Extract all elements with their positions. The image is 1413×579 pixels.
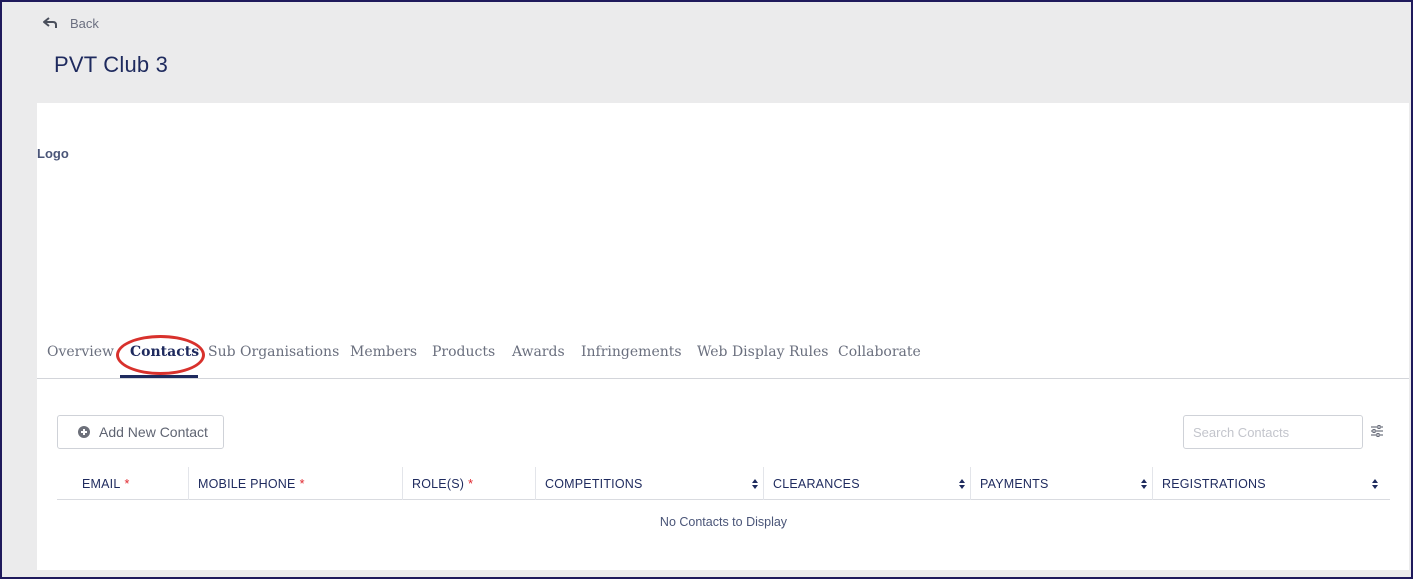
empty-table-message: No Contacts to Display (659, 515, 788, 529)
filter-sliders-icon[interactable] (1370, 424, 1384, 438)
plus-circle-icon (78, 426, 90, 438)
required-marker: * (299, 476, 305, 491)
active-tab-indicator (120, 375, 198, 378)
required-marker: * (124, 476, 130, 491)
tab-members[interactable]: Members (350, 344, 417, 368)
page-frame: Back PVT Club 3 Logo Overview Contacts S… (2, 2, 1411, 577)
tab-bar: Overview Contacts Sub Organisations Memb… (37, 333, 1409, 379)
column-label: MOBILE PHONE (198, 476, 296, 491)
table-header-row: EMAIL * MOBILE PHONE * ROLE(S) * COMPETI… (57, 467, 1390, 500)
page-title: PVT Club 3 (54, 52, 169, 77)
back-arrow-icon (43, 17, 57, 28)
contacts-table: EMAIL * MOBILE PHONE * ROLE(S) * COMPETI… (57, 467, 1390, 529)
back-label: Back (70, 15, 99, 31)
tab-collaborate[interactable]: Collaborate (838, 344, 921, 368)
back-button[interactable]: Back (42, 13, 99, 33)
tab-web-display-rules[interactable]: Web Display Rules (697, 344, 828, 368)
column-header-payments[interactable]: PAYMENTS (970, 467, 1152, 500)
column-header-roles[interactable]: ROLE(S) * (402, 467, 535, 500)
logo-placeholder: Logo (37, 146, 69, 161)
column-label: REGISTRATIONS (1162, 476, 1266, 491)
add-new-contact-button[interactable]: Add New Contact (57, 415, 224, 449)
search-contacts-input[interactable] (1183, 415, 1363, 449)
tab-overview[interactable]: Overview (47, 344, 114, 368)
column-header-competitions[interactable]: COMPETITIONS (535, 467, 763, 500)
column-label: COMPETITIONS (545, 476, 643, 491)
tab-infringements[interactable]: Infringements (581, 344, 682, 368)
sort-icon (1141, 479, 1147, 489)
sort-icon (752, 479, 758, 489)
column-label: EMAIL (82, 476, 121, 491)
sort-icon (1372, 479, 1378, 489)
required-marker: * (468, 476, 474, 491)
column-header-clearances[interactable]: CLEARANCES (763, 467, 970, 500)
add-new-contact-label: Add New Contact (99, 424, 208, 440)
organisation-card: Logo Overview Contacts Sub Organisations… (37, 103, 1409, 570)
column-label: CLEARANCES (773, 476, 860, 491)
column-label: ROLE(S) (412, 476, 465, 491)
tab-sub-organisations[interactable]: Sub Organisations (208, 344, 339, 368)
tab-products[interactable]: Products (432, 344, 495, 368)
column-header-mobile-phone[interactable]: MOBILE PHONE * (188, 467, 402, 500)
tab-contacts[interactable]: Contacts (130, 344, 199, 368)
column-label: PAYMENTS (980, 476, 1049, 491)
column-header-registrations[interactable]: REGISTRATIONS (1152, 467, 1383, 500)
column-header-email[interactable]: EMAIL * (73, 467, 188, 500)
sort-icon (959, 479, 965, 489)
tab-awards[interactable]: Awards (512, 344, 565, 368)
